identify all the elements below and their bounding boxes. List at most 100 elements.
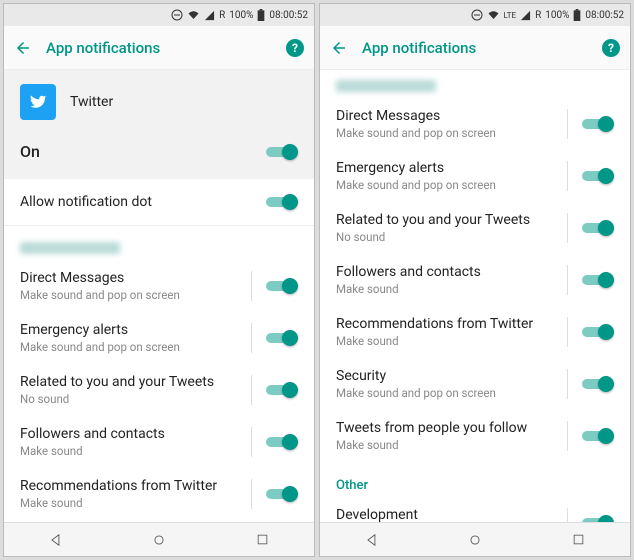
content-scroll[interactable]: Direct Messages Make sound and pop on sc… [320,70,630,522]
category-sub: Make sound and pop on screen [336,178,555,192]
category-item[interactable]: Emergency alerts Make sound and pop on s… [4,312,314,364]
divider [567,508,568,522]
category-title: Direct Messages [20,270,239,286]
clock: 08:00:52 [585,10,624,21]
nav-back[interactable] [363,531,381,549]
category-toggle[interactable] [580,323,614,341]
category-title: Recommendations from Twitter [336,316,555,332]
divider [567,161,568,191]
category-sub: Make sound [336,334,555,348]
category-title: Direct Messages [336,108,555,124]
dnd-icon [471,9,483,21]
phone-right: LTE R 100% 08:00:52 App notifications ? … [319,3,631,557]
nav-recents[interactable] [253,531,271,549]
nav-home[interactable] [466,531,484,549]
category-toggle[interactable] [580,219,614,237]
app-bar: App notifications ? [4,26,314,70]
blurred-text [20,242,120,254]
category-sub: Make sound and pop on screen [20,288,239,302]
category-toggle[interactable] [264,433,298,451]
battery-text: 100% [229,10,253,21]
blurred-text [336,80,436,92]
help-button[interactable]: ? [602,39,620,57]
divider [251,375,252,405]
page-title: App notifications [362,39,588,57]
divider [567,317,568,347]
category-item[interactable]: Recommendations from Twitter Make sound [4,468,314,520]
page-title: App notifications [46,39,272,57]
category-item[interactable]: Development No sound [320,497,630,522]
divider [567,109,568,139]
category-item[interactable]: Emergency alerts Make sound and pop on s… [320,150,630,202]
battery-icon [573,9,581,21]
nav-bar [4,522,314,556]
category-title: Related to you and your Tweets [336,212,555,228]
twitter-icon [20,84,56,120]
back-button[interactable] [330,39,348,57]
category-title: Tweets from people you follow [336,420,555,436]
category-toggle[interactable] [264,329,298,347]
category-sub: Make sound and pop on screen [336,386,555,400]
content-scroll[interactable]: Twitter On Allow notification dot Direct… [4,70,314,522]
category-sub: No sound [20,392,239,406]
category-title: Development [336,507,555,522]
category-toggle[interactable] [580,271,614,289]
category-item[interactable]: Direct Messages Make sound and pop on sc… [4,260,314,312]
dot-label: Allow notification dot [20,194,264,210]
category-item[interactable]: Followers and contacts Make sound [320,254,630,306]
back-button[interactable] [14,39,32,57]
category-toggle[interactable] [580,514,614,522]
wifi-icon [487,9,500,21]
category-toggle[interactable] [580,375,614,393]
divider [567,369,568,399]
category-item[interactable]: Followers and contacts Make sound [4,416,314,468]
category-sub: No sound [336,230,555,244]
help-button[interactable]: ? [286,39,304,57]
nav-home[interactable] [150,531,168,549]
category-toggle[interactable] [580,427,614,445]
master-toggle-label: On [20,142,40,161]
category-sub: Make sound [20,496,239,510]
dnd-icon [171,9,183,21]
divider [251,323,252,353]
nav-recents[interactable] [569,531,587,549]
category-toggle[interactable] [264,485,298,503]
category-item[interactable]: Related to you and your Tweets No sound [4,364,314,416]
category-title: Emergency alerts [20,322,239,338]
category-sub: Make sound [336,438,555,452]
nav-back[interactable] [47,531,65,549]
dot-toggle[interactable] [264,193,298,211]
category-item[interactable]: Recommendations from Twitter Make sound [320,306,630,358]
category-item[interactable]: Related to you and your Tweets No sound [320,202,630,254]
category-item[interactable]: Security Make sound and pop on screen [320,358,630,410]
category-group-header [4,226,314,260]
divider [567,421,568,451]
nav-bar [320,522,630,556]
notification-dot-row[interactable]: Allow notification dot [4,179,314,226]
category-toggle[interactable] [264,381,298,399]
status-bar: LTE R 100% 08:00:52 [320,4,630,26]
category-sub: Make sound [336,282,555,296]
battery-text: 100% [545,10,569,21]
network-label: R [219,10,225,21]
master-toggle[interactable] [264,143,298,161]
wifi-icon [187,9,200,21]
category-toggle[interactable] [264,277,298,295]
divider [567,213,568,243]
divider [567,265,568,295]
status-bar: R 100% 08:00:52 [4,4,314,26]
battery-icon [257,9,265,21]
divider [251,427,252,457]
category-item[interactable]: Tweets from people you follow Make sound [320,410,630,462]
category-sub: Make sound and pop on screen [20,340,239,354]
category-title: Recommendations from Twitter [20,478,239,494]
category-toggle[interactable] [580,115,614,133]
category-title: Security [336,368,555,384]
category-toggle[interactable] [580,167,614,185]
category-item[interactable]: Direct Messages Make sound and pop on sc… [320,98,630,150]
signal-icon [204,10,215,21]
master-toggle-row[interactable]: On [4,128,314,179]
signal-icon [520,10,531,21]
divider [251,271,252,301]
category-group-header [320,70,630,98]
